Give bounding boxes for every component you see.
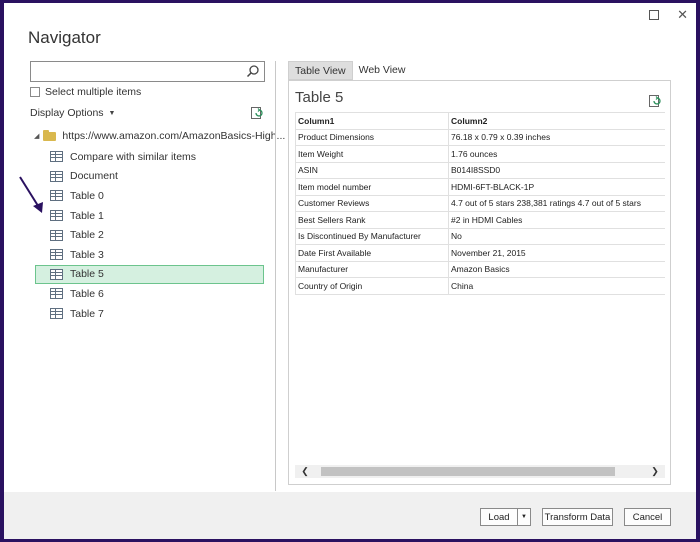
- tree-root-label: https://www.amazon.com/AmazonBasics-High…: [62, 130, 286, 142]
- tree-item[interactable]: Table 6: [35, 284, 264, 304]
- tree-item[interactable]: Compare with similar items: [35, 147, 264, 167]
- table-row: Is Discontinued By Manufacturer No: [295, 227, 665, 245]
- tree-item[interactable]: Table 1: [35, 206, 264, 226]
- table-icon: [50, 288, 63, 300]
- tree-root[interactable]: ◢ https://www.amazon.com/AmazonBasics-Hi…: [34, 129, 286, 142]
- tree-item-label: Table 0: [70, 189, 104, 202]
- tree-item-label: Table 6: [70, 287, 104, 300]
- table-icon: [50, 190, 63, 202]
- transform-data-button[interactable]: Transform Data: [542, 508, 613, 526]
- table-cell: Item model number: [295, 178, 449, 196]
- table-cell: ASIN: [295, 161, 449, 179]
- preview-table: Column1 Column2 Product Dimensions 76.18 …: [295, 112, 665, 295]
- tree-item-label: Table 2: [70, 229, 104, 242]
- tree-item[interactable]: Table 7: [35, 304, 264, 324]
- folder-icon: [43, 129, 57, 141]
- table-cell: Item Weight: [295, 145, 449, 163]
- select-multiple-items[interactable]: Select multiple items: [30, 86, 141, 98]
- table-cell: Date First Available: [295, 244, 449, 262]
- table-icon: [50, 151, 63, 163]
- horizontal-scrollbar[interactable]: ❮ ❯: [295, 465, 665, 478]
- data-grid: Column1 Column2 Product Dimensions 76.18 …: [295, 112, 665, 295]
- table-row: Country of Origin China: [295, 277, 665, 295]
- table-icon: [50, 268, 63, 280]
- table-cell: 76.18 x 0.79 x 0.39 inches: [448, 128, 665, 146]
- tree-item[interactable]: Table 3: [35, 245, 264, 265]
- table-cell: No: [448, 227, 665, 245]
- caret-down-icon: ▼: [108, 109, 116, 117]
- window-controls: ✕: [649, 8, 688, 21]
- view-tabs: Table View Web View: [288, 61, 411, 80]
- table-row: Date First Available November 21, 2015: [295, 244, 665, 262]
- table-cell: HDMI-6FT-BLACK-1P: [448, 178, 665, 196]
- column-header[interactable]: Column2: [448, 112, 665, 130]
- search-input[interactable]: [30, 61, 265, 82]
- scroll-thumb[interactable]: [321, 467, 615, 476]
- tree-item[interactable]: Table 0: [35, 186, 264, 206]
- table-cell: Product Dimensions: [295, 128, 449, 146]
- table-icon: [50, 210, 63, 222]
- scroll-left-icon[interactable]: ❮: [295, 465, 315, 478]
- table-cell: Best Sellers Rank: [295, 211, 449, 229]
- cancel-button[interactable]: Cancel: [624, 508, 671, 526]
- tree-item-label: Table 7: [70, 307, 104, 320]
- scroll-right-icon[interactable]: ❯: [645, 465, 665, 478]
- table-row: Product Dimensions 76.18 x 0.79 x 0.39 in…: [295, 128, 665, 146]
- select-multiple-label: Select multiple items: [45, 86, 142, 98]
- preview-title: Table 5: [295, 89, 344, 106]
- window-title: Navigator: [28, 28, 101, 47]
- collapse-triangle-icon[interactable]: ◢: [34, 132, 39, 140]
- tree-item[interactable]: Table 2: [35, 225, 264, 245]
- table-row: Customer Reviews 4.7 out of 5 stars 238,3…: [295, 194, 665, 212]
- load-dropdown-icon[interactable]: ▼: [517, 508, 531, 526]
- table-row: Item Weight 1.76 ounces: [295, 145, 665, 163]
- table-cell: Is Discontinued By Manufacturer: [295, 227, 449, 245]
- search-icon[interactable]: [246, 64, 260, 78]
- table-cell: Manufacturer: [295, 260, 449, 278]
- table-row: Best Sellers Rank #2 in HDMI Cables: [295, 211, 665, 229]
- table-cell: Amazon Basics: [448, 260, 665, 278]
- tree-item-label: Table 5: [70, 268, 104, 281]
- dialog-footer: Load ▼ Transform Data Cancel: [4, 492, 696, 539]
- table-cell: China: [448, 277, 665, 295]
- table-row: Item model number HDMI-6FT-BLACK-1P: [295, 178, 665, 196]
- table-icon: [50, 229, 63, 241]
- select-multiple-checkbox[interactable]: [30, 87, 40, 97]
- tree-item-label: Table 1: [70, 209, 104, 222]
- column-header[interactable]: Column1: [295, 112, 449, 130]
- table-icon: [50, 249, 63, 261]
- tree-item-label: Compare with similar items: [70, 150, 197, 163]
- table-icon: [50, 308, 63, 320]
- close-icon[interactable]: ✕: [677, 8, 688, 21]
- display-options-dropdown[interactable]: Display Options ▼: [30, 107, 115, 119]
- table-cell: #2 in HDMI Cables: [448, 211, 665, 229]
- annotation-arrow-icon: [19, 176, 43, 213]
- table-cell: November 21, 2015: [448, 244, 665, 262]
- display-options-label: Display Options: [30, 107, 104, 119]
- tree-item-selected[interactable]: Table 5: [35, 264, 264, 285]
- tab-web-view[interactable]: Web View: [353, 61, 412, 80]
- pane-splitter[interactable]: [275, 61, 276, 491]
- table-cell: Country of Origin: [295, 277, 449, 295]
- maximize-icon[interactable]: [649, 10, 660, 20]
- table-icon: [50, 170, 63, 182]
- tree-item[interactable]: Document: [35, 167, 264, 187]
- table-cell: 1.76 ounces: [448, 145, 665, 163]
- tree-list: Compare with similar items Document Tabl…: [35, 147, 264, 323]
- refresh-icon[interactable]: [250, 106, 264, 120]
- tree-item-label: Table 3: [70, 248, 104, 261]
- preview-panel: Table 5 Column1 Column2 Product Dimensio…: [288, 80, 671, 485]
- table-header-row: Column1 Column2: [295, 112, 665, 130]
- table-cell: 4.7 out of 5 stars 238,381 ratings 4.7 o…: [448, 194, 665, 212]
- table-row: Manufacturer Amazon Basics: [295, 260, 665, 278]
- navigator-window: ✕ Navigator Select multiple items Displa…: [4, 3, 696, 539]
- tree-item-label: Document: [70, 170, 118, 183]
- refresh-icon[interactable]: [648, 94, 662, 108]
- tab-table-view[interactable]: Table View: [288, 61, 353, 80]
- table-row: ASIN B014I8SSD0: [295, 161, 665, 179]
- load-button[interactable]: Load: [480, 508, 518, 526]
- table-cell: B014I8SSD0: [448, 161, 665, 179]
- table-cell: Customer Reviews: [295, 194, 449, 212]
